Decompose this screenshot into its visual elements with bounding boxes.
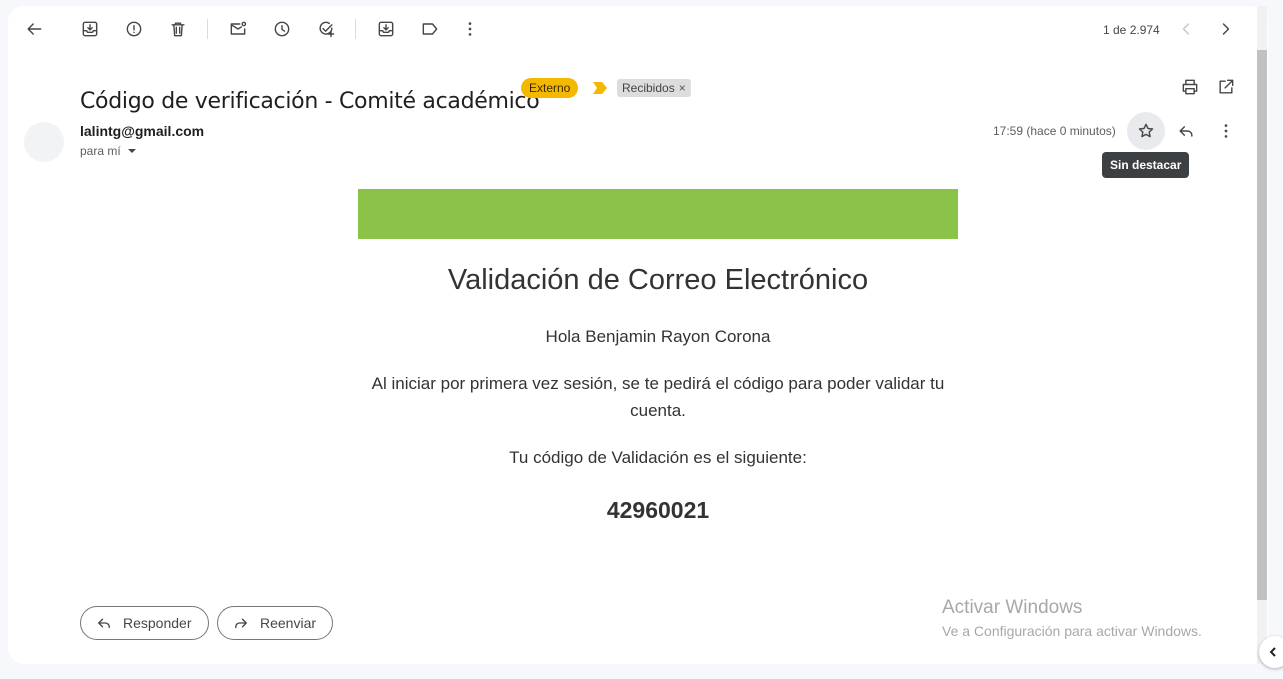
archive-icon[interactable] <box>72 11 108 47</box>
verification-code: 42960021 <box>606 497 710 523</box>
report-spam-icon[interactable] <box>116 11 152 47</box>
more-vert-icon[interactable] <box>452 11 488 47</box>
add-to-tasks-icon[interactable] <box>308 11 344 47</box>
star-button[interactable] <box>1127 112 1165 150</box>
inbox-label-text: Recibidos <box>622 81 675 95</box>
recipients-text: para mí <box>80 144 121 158</box>
forward-button-label: Reenviar <box>260 615 317 631</box>
email-header-banner <box>358 189 958 239</box>
back-arrow-icon[interactable] <box>16 11 52 47</box>
next-email-icon[interactable] <box>1208 11 1244 47</box>
move-to-icon[interactable] <box>368 11 404 47</box>
chevron-down-icon <box>127 149 136 153</box>
forward-button[interactable]: Reenviar <box>217 606 334 640</box>
message-more-icon[interactable] <box>1208 113 1244 149</box>
reply-icon[interactable] <box>1168 113 1204 149</box>
snooze-icon[interactable] <box>264 11 300 47</box>
scrollbar-thumb[interactable] <box>1257 50 1267 600</box>
remove-label-icon[interactable]: × <box>679 81 686 95</box>
forward-icon <box>235 618 247 629</box>
sender-avatar <box>24 122 64 162</box>
email-timestamp: 17:59 (hace 0 minutos) <box>993 124 1116 138</box>
reply-icon <box>98 618 110 629</box>
print-icon[interactable] <box>1172 69 1208 105</box>
email-paragraph: Tu código de Validación es el siguiente: <box>509 448 807 467</box>
star-tooltip: Sin destacar <box>1102 152 1190 178</box>
sender-email[interactable]: lalintg@gmail.com <box>80 123 204 139</box>
label-icon[interactable] <box>412 11 448 47</box>
email-greeting: Hola Benjamin Rayon Corona <box>545 327 771 346</box>
open-in-new-window-icon[interactable] <box>1208 69 1244 105</box>
chevron-left-icon <box>1269 647 1276 657</box>
email-view: 1 de 2.974 Código de verificación - Comi… <box>8 6 1268 664</box>
toolbar-divider <box>207 19 208 39</box>
importance-marker-icon[interactable] <box>593 82 607 94</box>
email-subject: Código de verificación - Comité académic… <box>80 88 540 114</box>
email-body-title: Validación de Correo Electrónico <box>447 264 869 296</box>
windows-activation-subtitle: Ve a Configuración para activar Windows. <box>942 623 1202 639</box>
external-badge: Externo <box>521 78 579 98</box>
email-paragraph: Al iniciar por primera vez sesión, se te… <box>371 374 945 420</box>
delete-icon[interactable] <box>160 11 196 47</box>
previous-email-icon[interactable] <box>1168 11 1204 47</box>
side-panel-toggle[interactable] <box>1259 636 1283 668</box>
inbox-label-chip: Recibidos × <box>617 79 691 97</box>
windows-activation-title: Activar Windows <box>942 597 1083 618</box>
pager-count: 1 de 2.974 <box>1103 23 1160 37</box>
recipients-dropdown[interactable]: para mí <box>80 144 136 158</box>
reply-button[interactable]: Responder <box>80 606 209 640</box>
toolbar-divider <box>355 19 356 39</box>
reply-button-label: Responder <box>123 615 192 631</box>
mark-unread-icon[interactable] <box>220 11 256 47</box>
